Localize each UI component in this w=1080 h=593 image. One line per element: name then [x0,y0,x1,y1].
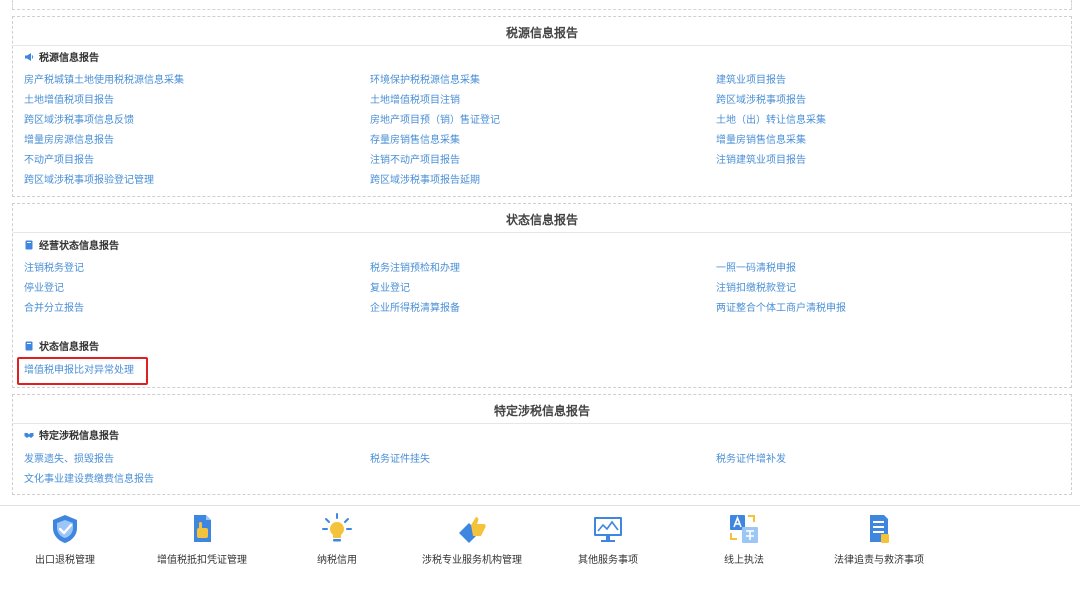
link-cancel-tax-registration[interactable]: 注销税务登记 [24,263,84,275]
link-merger-split-report[interactable]: 合并分立报告 [24,303,84,315]
megaphone-icon [25,52,34,61]
link-individual-clearance[interactable]: 两证整合个体工商户清税申报 [716,303,846,315]
section-title: 状态信息报告 [505,213,578,227]
link-cancel-construction-report[interactable]: 注销建筑业项目报告 [716,155,806,167]
lightbulb-icon [322,513,352,542]
monitor-chart-icon [594,517,622,542]
link-cancel-withholding[interactable]: 注销扣缴税款登记 [716,283,796,295]
link-certificate-loss[interactable]: 税务证件挂失 [370,454,430,466]
section-divider [13,45,1071,46]
nav-label: 法律追责与救济事项 [834,555,924,566]
link-cancel-real-estate-report[interactable]: 注销不动产项目报告 [370,155,460,167]
link-property-tax-source[interactable]: 房产税城镇土地使用税税源信息采集 [24,75,184,87]
link-culture-fee-report[interactable]: 文化事业建设费缴费信息报告 [24,474,154,486]
nav-other-services[interactable]: 其他服务事项 [543,512,673,566]
bottom-nav-divider [0,505,1080,506]
group-title-text: 特定涉税信息报告 [39,431,119,442]
shield-check-icon [53,515,77,543]
link-new-housing-info[interactable]: 增量房房源信息报告 [24,135,114,147]
link-resumption-registration[interactable]: 复业登记 [370,283,410,295]
handshake-icon [24,432,34,438]
section-status-report: 状态信息报告 经营状态信息报告 注销税务登记 税务注销预检和办理 一照一码清税申… [12,203,1072,388]
link-cancel-precheck[interactable]: 税务注销预检和办理 [370,263,460,275]
link-cross-region-inspection[interactable]: 跨区域涉税事项报验登记管理 [24,175,154,187]
book-icon [25,240,33,249]
group-title-text: 税源信息报告 [39,53,99,64]
link-new-housing-sales[interactable]: 增量房销售信息采集 [716,135,806,147]
link-suspension-registration[interactable]: 停业登记 [24,283,64,295]
section-tax-source-report: 税源信息报告 税源信息报告 房产税城镇土地使用税税源信息采集 环境保护税税源信息… [12,16,1072,197]
nav-label: 其他服务事项 [578,555,638,566]
group-title-text: 状态信息报告 [39,342,99,353]
group-title-text: 经营状态信息报告 [39,241,119,252]
link-land-vat-project-cancel[interactable]: 土地增值税项目注销 [370,95,460,107]
highlight-box [17,357,148,385]
nav-legal-remedy[interactable]: 法律追责与救济事项 [814,512,944,566]
link-environment-tax-source[interactable]: 环境保护税税源信息采集 [370,75,480,87]
thumbs-up-icon [459,517,486,543]
nav-tax-credit[interactable]: 纳税信用 [272,512,402,566]
section-divider [13,232,1071,233]
nav-professional-service-agency[interactable]: 涉税专业服务机构管理 [407,512,537,566]
translate-icon [730,515,758,543]
link-existing-housing-sales[interactable]: 存量房销售信息采集 [370,135,460,147]
book-icon [25,341,33,350]
link-land-transfer-info[interactable]: 土地（出）转让信息采集 [716,115,826,127]
section-divider [13,423,1071,424]
nav-label: 出口退税管理 [35,555,95,566]
link-presale-registration[interactable]: 房地产项目预（销）售证登记 [370,115,500,127]
nav-label: 涉税专业服务机构管理 [422,555,522,566]
link-real-estate-project-report[interactable]: 不动产项目报告 [24,155,94,167]
group-title-specific: 特定涉税信息报告 [24,427,119,442]
link-certificate-reissue[interactable]: 税务证件增补发 [716,454,786,466]
nav-online-enforcement[interactable]: 线上执法 [679,512,809,566]
nav-export-refund[interactable]: 出口退税管理 [0,512,130,566]
document-hand-icon [194,515,211,542]
nav-label: 纳税信用 [317,555,357,566]
group-title-status: 状态信息报告 [24,338,99,353]
nav-label: 增值税抵扣凭证管理 [157,555,247,566]
section-specific-tax-report: 特定涉税信息报告 特定涉税信息报告 发票遗失、损毁报告 税务证件挂失 税务证件增… [12,394,1072,495]
nav-vat-deduction[interactable]: 增值税抵扣凭证管理 [137,512,267,566]
group-title-tax-source: 税源信息报告 [24,49,99,64]
link-cross-region-feedback[interactable]: 跨区域涉税事项信息反馈 [24,115,134,127]
link-construction-project-report[interactable]: 建筑业项目报告 [716,75,786,87]
section-title: 特定涉税信息报告 [493,404,590,418]
link-cross-region-report[interactable]: 跨区域涉税事项报告 [716,95,806,107]
link-cross-region-extension[interactable]: 跨区域涉税事项报告延期 [370,175,480,187]
previous-section-bottom [12,0,1072,10]
link-one-license-clearance[interactable]: 一照一码清税申报 [716,263,796,275]
nav-label: 线上执法 [724,555,764,566]
link-cit-liquidation[interactable]: 企业所得税清算报备 [370,303,460,315]
document-list-icon [870,515,889,543]
link-invoice-loss-report[interactable]: 发票遗失、损毁报告 [24,454,114,466]
section-title: 税源信息报告 [505,26,578,40]
group-title-business-status: 经营状态信息报告 [24,237,119,252]
link-land-vat-project-report[interactable]: 土地增值税项目报告 [24,95,114,107]
